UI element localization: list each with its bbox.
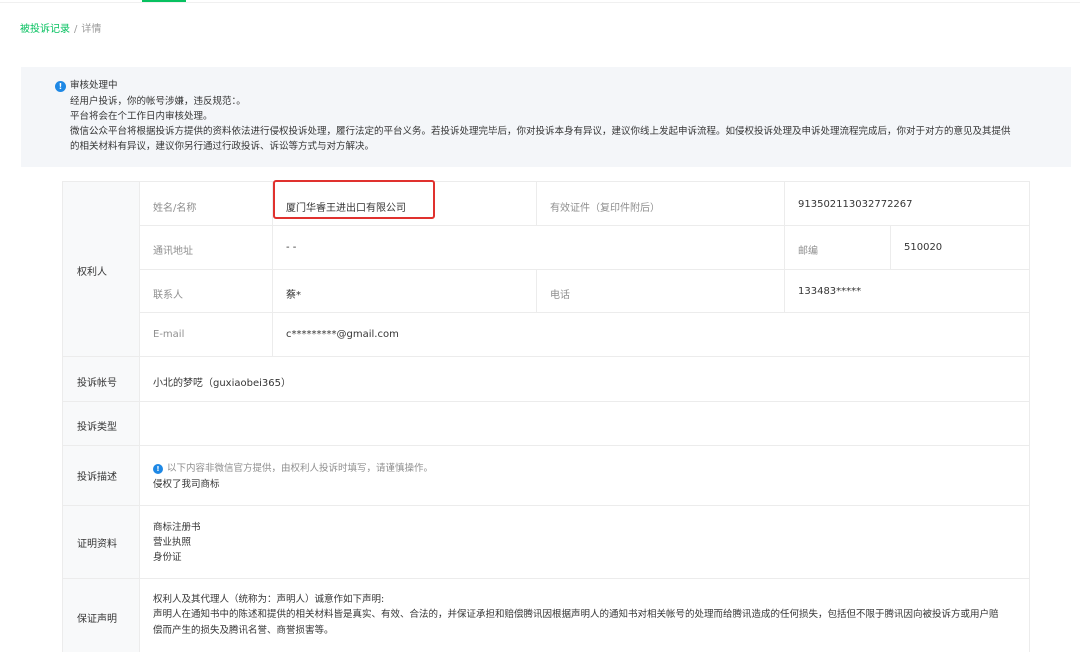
address-value: - - bbox=[286, 242, 297, 253]
complaint-account-value: 小北的梦呓（guxiaobei365） bbox=[153, 378, 291, 389]
notice-line-1: 经用户投诉，你的帐号涉嫌，违反规范：。 bbox=[70, 96, 246, 107]
address-label: 通讯地址 bbox=[153, 246, 193, 257]
name-label: 姓名/名称 bbox=[153, 203, 197, 214]
certificate-value: 913502113032772267 bbox=[798, 199, 913, 210]
divider-h bbox=[63, 356, 1029, 357]
breadcrumb-link-complaint-records[interactable]: 被投诉记录 bbox=[20, 24, 70, 35]
phone-value: 133483***** bbox=[798, 286, 862, 297]
evidence-item: 身份证 bbox=[153, 552, 182, 563]
breadcrumb-separator: / bbox=[74, 24, 78, 35]
email-value: c*********@gmail.com bbox=[286, 329, 399, 340]
label-column-bg bbox=[63, 182, 139, 652]
breadcrumb: 被投诉记录 / 详情 bbox=[20, 23, 101, 37]
guarantee-line-3: 偿而产生的损失及腾讯名誉、商誉损害等。 bbox=[153, 625, 334, 636]
guarantee-line-2: 声明人在通知书中的陈述和提供的相关材料皆是真实、有效、合法的，并保证承担和赔偿腾… bbox=[153, 609, 999, 620]
guarantee-label: 保证声明 bbox=[77, 614, 117, 625]
notice-line-4: 的相关材料有异议，建议你另行通过行政投诉、诉讼等方式与对方解决。 bbox=[70, 141, 375, 152]
notice-line-3: 微信公众平台将根据投诉方提供的资料依法进行侵权投诉处理，履行法定的平台义务。若投… bbox=[70, 126, 1011, 137]
divider-h bbox=[140, 269, 1029, 270]
breadcrumb-current: 详情 bbox=[81, 24, 102, 35]
complaint-account-label: 投诉帐号 bbox=[77, 378, 117, 389]
complaint-desc-label: 投诉描述 bbox=[77, 472, 117, 483]
complaint-detail-table: 权利人 姓名/名称 厦门华睿王进出口有限公司 有效证件（复印件附后） 91350… bbox=[62, 181, 1030, 652]
status-notice: ! 审核处理中 经用户投诉，你的帐号涉嫌，违反规范：。 平台将会在个工作日内审核… bbox=[21, 67, 1071, 167]
contact-label: 联系人 bbox=[153, 290, 183, 301]
guarantee-line-1: 权利人及其代理人（统称为：声明人）诚意作如下声明: bbox=[153, 594, 385, 605]
divider-v bbox=[890, 225, 891, 269]
email-label: E-mail bbox=[153, 329, 185, 340]
evidence-item: 商标注册书 bbox=[153, 522, 201, 533]
divider-v bbox=[536, 269, 537, 312]
top-divider bbox=[0, 2, 1080, 3]
info-icon: ! bbox=[153, 463, 163, 474]
divider-h bbox=[63, 445, 1029, 446]
divider-h bbox=[63, 578, 1029, 579]
complaint-desc-hint: ! 以下内容非微信官方提供，由权利人投诉时填写，请谨慎操作。 bbox=[153, 460, 433, 474]
complaint-desc-value: 侵权了我司商标 bbox=[153, 479, 220, 490]
evidence-item: 营业执照 bbox=[153, 537, 192, 548]
notice-line-2: 平台将会在个工作日内审核处理。 bbox=[70, 111, 213, 122]
certificate-label: 有效证件（复印件附后） bbox=[550, 203, 660, 214]
rights-holder-label: 权利人 bbox=[77, 267, 107, 278]
postcode-value: 510020 bbox=[904, 242, 943, 253]
divider-h bbox=[140, 225, 1029, 226]
phone-label: 电话 bbox=[550, 290, 570, 301]
divider-v bbox=[536, 182, 537, 225]
notice-status-title: 审核处理中 bbox=[70, 80, 118, 91]
postcode-label: 邮编 bbox=[798, 246, 818, 257]
complaint-type-label: 投诉类型 bbox=[77, 422, 117, 433]
evidence-label: 证明资料 bbox=[77, 539, 117, 550]
contact-value: 蔡* bbox=[286, 290, 301, 301]
complaint-desc-hint-text: 以下内容非微信官方提供，由权利人投诉时填写，请谨慎操作。 bbox=[167, 463, 434, 474]
divider-h bbox=[63, 401, 1029, 402]
info-icon: ! bbox=[55, 81, 66, 92]
divider-h bbox=[63, 505, 1029, 506]
highlight-annotation-box bbox=[273, 180, 435, 219]
divider-v bbox=[139, 182, 140, 652]
divider-h bbox=[140, 312, 1029, 313]
divider-v bbox=[784, 182, 785, 312]
